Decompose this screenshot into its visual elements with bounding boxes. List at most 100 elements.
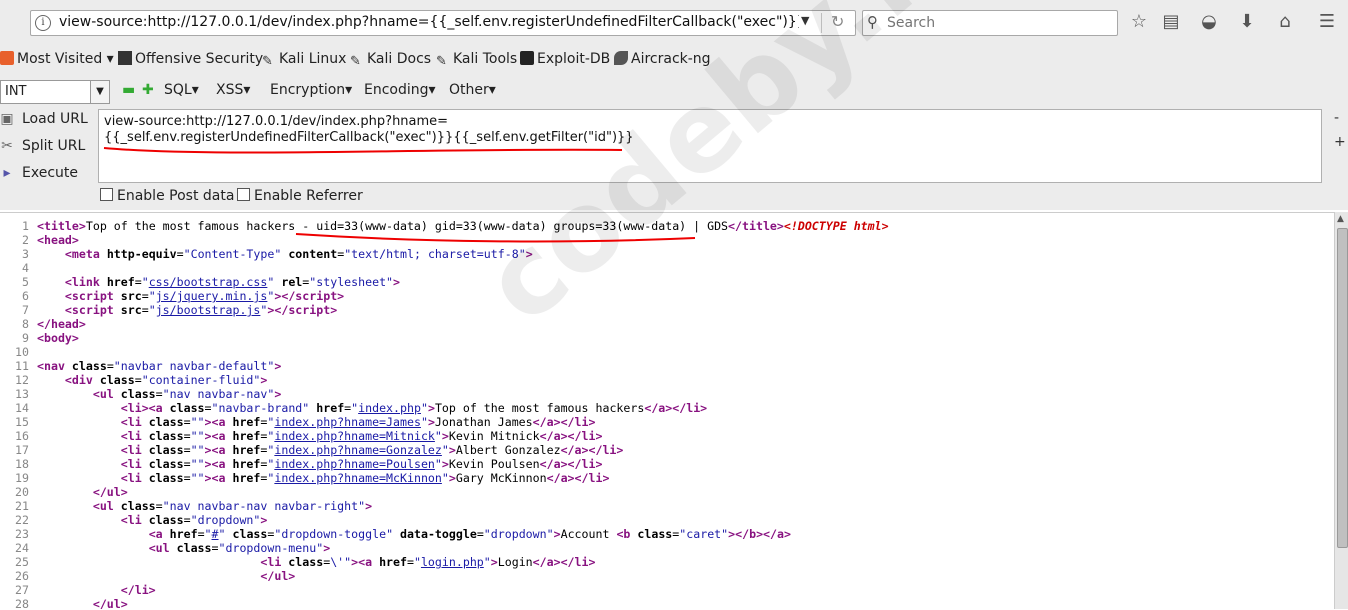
- kali-dragon-icon: ✎: [350, 54, 361, 69]
- hackbar-url-textarea[interactable]: view-source:http://127.0.0.1/dev/index.p…: [98, 109, 1322, 183]
- site-info-icon[interactable]: i: [35, 15, 51, 31]
- reading-list-icon[interactable]: ▤: [1160, 10, 1182, 34]
- hackbar-panel: ▣ Load URL ✂ Split URL ▸ Execute view-sourc…: [0, 106, 1348, 210]
- hacker-link[interactable]: index.php?hname=Gonzalez: [274, 443, 442, 457]
- url-line-1[interactable]: view-source:http://127.0.0.1/dev/index.p…: [104, 114, 448, 129]
- checkbox-box[interactable]: [100, 188, 113, 201]
- most-visited-icon: [0, 51, 14, 65]
- execute-button[interactable]: ▸ Execute: [0, 165, 78, 181]
- enable-post-data-checkbox[interactable]: Enable Post data: [100, 188, 234, 204]
- home-icon[interactable]: ⌂: [1274, 10, 1296, 34]
- source-line: 2 <head>: [22, 233, 79, 247]
- url-text[interactable]: view-source:http://127.0.0.1/dev/index.p…: [59, 14, 799, 30]
- page-source-view: 1 <title>Top of the most famous hackers -…: [0, 212, 1334, 610]
- bookmark-kali-tools[interactable]: ✎ Kali Tools: [436, 51, 517, 69]
- url-history-dropdown-icon[interactable]: ▼: [801, 14, 809, 27]
- title-text: Top of the most famous hackers - uid=33(…: [85, 219, 729, 233]
- kali-dragon-icon: ✎: [262, 54, 273, 69]
- source-line: 19 <li class=""><a href="index.php?hname…: [15, 471, 610, 485]
- source-line: 10: [15, 345, 29, 359]
- source-line: 18 <li class=""><a href="index.php?hname…: [15, 457, 603, 471]
- vertical-scrollbar[interactable]: ▲: [1334, 212, 1348, 609]
- xss-menu[interactable]: XSS▾: [216, 82, 250, 98]
- source-line: 22 <li class="dropdown">: [15, 513, 268, 527]
- hacker-link[interactable]: index.php?hname=James: [274, 415, 421, 429]
- bookmark-aircrack-ng[interactable]: Aircrack-ng: [614, 51, 711, 67]
- source-line: 28 </ul>: [15, 597, 128, 610]
- kali-dragon-icon: ✎: [436, 54, 447, 69]
- hacker-link[interactable]: index.php?hname=Mitnick: [274, 429, 435, 443]
- checkbox-box[interactable]: [237, 188, 250, 201]
- source-line: 16 <li class=""><a href="index.php?hname…: [15, 429, 603, 443]
- enable-referrer-checkbox[interactable]: Enable Referrer: [237, 188, 363, 204]
- source-line: 26 </ul>: [15, 569, 296, 583]
- pocket-icon[interactable]: ◒: [1198, 10, 1220, 34]
- plus-icon[interactable]: ✚: [142, 82, 154, 98]
- load-url-icon: ▣: [0, 111, 14, 127]
- source-line: 23 <a href="#" class="dropdown-toggle" d…: [15, 527, 791, 541]
- source-line: 8 </head>: [22, 317, 86, 331]
- scrollbar-thumb[interactable]: [1337, 228, 1348, 548]
- encoding-menu[interactable]: Encoding▾: [364, 82, 436, 98]
- other-menu[interactable]: Other▾: [449, 82, 496, 98]
- bookmark-exploit-db[interactable]: Exploit-DB: [520, 51, 610, 67]
- source-line: 1 <title>Top of the most famous hackers -…: [22, 219, 889, 233]
- source-line: 24 <ul class="dropdown-menu">: [15, 541, 331, 555]
- search-input[interactable]: [885, 13, 1114, 33]
- bookmark-star-icon[interactable]: ☆: [1128, 10, 1150, 34]
- minus-icon[interactable]: ▬: [122, 82, 135, 98]
- bookmark-most-visited[interactable]: Most Visited ▾: [0, 51, 114, 67]
- navigation-toolbar: i view-source:http://127.0.0.1/dev/index…: [0, 0, 1348, 44]
- source-line: 11 <nav class="navbar navbar-default">: [15, 359, 282, 373]
- bookmark-kali-docs[interactable]: ✎ Kali Docs: [350, 51, 431, 69]
- chevron-down-icon[interactable]: ▼: [90, 81, 109, 103]
- hash-link[interactable]: #: [212, 527, 219, 541]
- url-bar-separator: [821, 13, 822, 33]
- exploit-db-icon: [520, 51, 534, 65]
- hackbar-toolbar: INT ▼ ▬ ✚ SQL▾ XSS▾ Encryption▾ Encoding…: [0, 74, 1348, 106]
- menu-icon[interactable]: ☰: [1316, 10, 1338, 34]
- expand-button[interactable]: +: [1334, 134, 1346, 150]
- split-url-button[interactable]: ✂ Split URL: [0, 138, 85, 154]
- scissors-icon: ✂: [1, 138, 13, 154]
- login-link[interactable]: login.php: [421, 555, 484, 569]
- sql-menu[interactable]: SQL▾: [164, 82, 199, 98]
- js-link[interactable]: js/bootstrap.js: [156, 303, 261, 317]
- source-line: 14 <li><a class="navbar-brand" href="ind…: [15, 401, 708, 415]
- search-icon: ⚲: [867, 13, 878, 31]
- search-bar[interactable]: ⚲: [862, 10, 1118, 36]
- hacker-link[interactable]: index.php?hname=McKinnon: [274, 471, 442, 485]
- offensive-security-icon: [118, 51, 132, 65]
- doctype: <!DOCTYPE html>: [783, 219, 889, 233]
- aircrack-icon: [614, 51, 628, 65]
- brand-link[interactable]: index.php: [358, 401, 421, 415]
- css-link[interactable]: css/bootstrap.css: [149, 275, 268, 289]
- url-line-2[interactable]: {{_self.env.registerUndefinedFilterCallb…: [104, 130, 634, 145]
- source-line: 21 <ul class="nav navbar-nav navbar-righ…: [15, 499, 373, 513]
- source-line: 6 <script src="js/jquery.min.js"></scrip…: [22, 289, 345, 303]
- reload-icon[interactable]: ↻: [831, 12, 844, 31]
- execute-icon: ▸: [3, 165, 11, 181]
- download-icon[interactable]: ⬇: [1236, 10, 1258, 34]
- int-select-value: INT: [5, 84, 27, 99]
- source-line: 12 <div class="container-fluid">: [15, 373, 268, 387]
- shrink-button[interactable]: -: [1334, 110, 1339, 126]
- int-select[interactable]: INT ▼: [0, 80, 110, 104]
- bookmark-offensive-security[interactable]: Offensive Security: [118, 51, 263, 67]
- bookmarks-toolbar: Most Visited ▾ Offensive Security ✎ Kali …: [0, 44, 1348, 74]
- source-line: 20 </ul>: [15, 485, 128, 499]
- source-line: 27 </li>: [15, 583, 156, 597]
- source-line: 7 <script src="js/bootstrap.js"></script…: [22, 303, 338, 317]
- scroll-up-icon[interactable]: ▲: [1337, 214, 1344, 224]
- url-bar[interactable]: i view-source:http://127.0.0.1/dev/index…: [30, 10, 856, 36]
- source-line: 13 <ul class="nav navbar-nav">: [15, 387, 282, 401]
- encryption-menu[interactable]: Encryption▾: [270, 82, 352, 98]
- source-line: 25 <li class=\'"><a href="login.php">Log…: [15, 555, 596, 569]
- source-line: 9 <body>: [22, 331, 79, 345]
- source-line: 15 <li class=""><a href="index.php?hname…: [15, 415, 596, 429]
- js-link[interactable]: js/jquery.min.js: [156, 289, 268, 303]
- load-url-button[interactable]: ▣ Load URL: [0, 111, 87, 127]
- hacker-link[interactable]: index.php?hname=Poulsen: [274, 457, 435, 471]
- bookmark-kali-linux[interactable]: ✎ Kali Linux: [262, 51, 346, 69]
- source-line: 5 <link href="css/bootstrap.css" rel="st…: [22, 275, 401, 289]
